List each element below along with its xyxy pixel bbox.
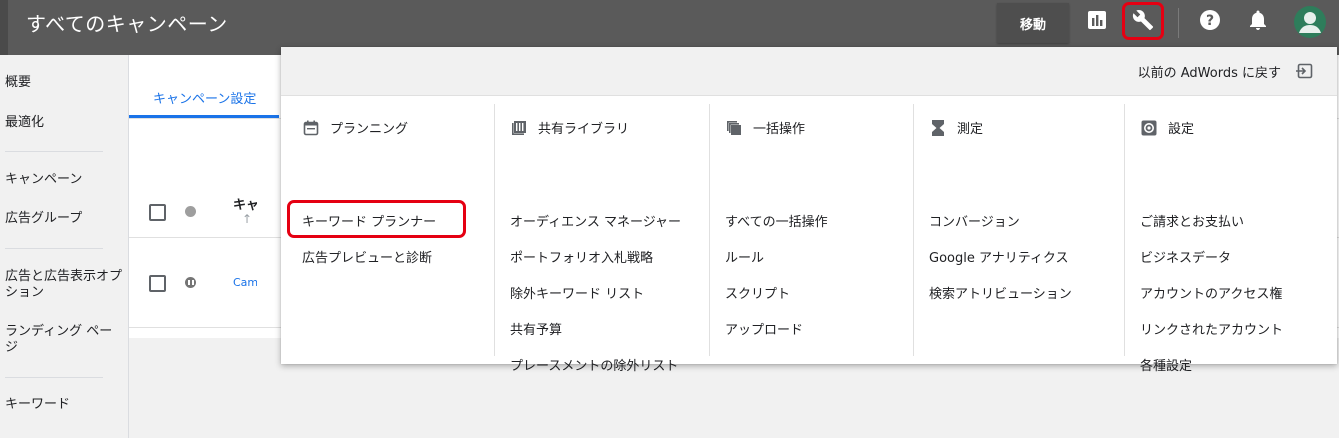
nav-divider xyxy=(5,377,103,378)
linked-accounts-link[interactable]: リンクされたアカウント xyxy=(1140,319,1283,338)
select-all-checkbox[interactable] xyxy=(149,204,166,221)
shared-library-title: 共有ライブラリ xyxy=(538,122,630,137)
nav-divider xyxy=(5,151,103,152)
header-left-strip xyxy=(0,0,8,55)
billing-payments-link[interactable]: ご請求とお支払い xyxy=(1140,211,1244,230)
portfolio-bid-strategies-link[interactable]: ポートフォリオ入札戦略 xyxy=(510,247,653,266)
search-attribution-link[interactable]: 検索アトリビューション xyxy=(929,283,1072,302)
settings-title: 設定 xyxy=(1168,122,1195,137)
hourglass-icon xyxy=(929,119,947,137)
rules-link[interactable]: ルール xyxy=(725,247,764,266)
bulk-actions-heading: 一括操作 xyxy=(725,118,805,137)
settings-gear-icon xyxy=(1140,119,1158,137)
nav-divider xyxy=(5,248,103,249)
shared-library-heading: 共有ライブラリ xyxy=(510,118,629,137)
nav-item-keywords[interactable]: キーワード xyxy=(5,397,123,413)
nav-item-optimization[interactable]: 最適化 xyxy=(5,115,123,131)
reports-icon[interactable] xyxy=(1084,7,1110,33)
conversions-link[interactable]: コンバージョン xyxy=(929,211,1020,230)
status-column-dot xyxy=(185,206,196,217)
ad-preview-diagnosis-link[interactable]: 広告プレビューと診断 xyxy=(302,247,432,266)
exit-to-app-icon[interactable] xyxy=(1295,61,1315,81)
menu-column-measurement: 測定 コンバージョン Google アナリティクス 検索アトリビューション xyxy=(914,96,1124,356)
panel-top-bar: 以前の AdWords に戻す xyxy=(281,47,1337,96)
keyword-planner-highlight-box xyxy=(287,200,466,238)
account-avatar-icon[interactable] xyxy=(1294,6,1326,38)
preferences-link[interactable]: 各種設定 xyxy=(1140,355,1192,374)
account-access-link[interactable]: アカウントのアクセス権 xyxy=(1140,283,1282,302)
google-analytics-link[interactable]: Google アナリティクス xyxy=(929,247,1069,266)
campaign-name-link[interactable]: Campaign xyxy=(233,276,257,289)
measurement-title: 測定 xyxy=(957,122,984,137)
column-header-campaign[interactable]: キャンペ xyxy=(233,194,257,213)
menu-column-planning: プランニング キーワード プランナー 広告プレビューと診断 xyxy=(281,96,494,356)
business-data-link[interactable]: ビジネスデータ xyxy=(1140,247,1231,266)
svg-text:?: ? xyxy=(1206,13,1214,29)
menu-column-bulk-actions: 一括操作 すべての一括操作 ルール スクリプト アップロード xyxy=(710,96,913,356)
help-icon[interactable]: ? xyxy=(1197,7,1223,33)
left-nav: 概要 最適化 キャンペーン 広告グループ 広告と広告表示オプション ランディング… xyxy=(0,55,129,438)
measurement-heading: 測定 xyxy=(929,118,983,137)
library-icon xyxy=(510,119,528,137)
paused-status-icon xyxy=(185,277,196,288)
placement-exclusion-lists-link[interactable]: プレースメントの除外リスト xyxy=(510,355,678,374)
header-divider xyxy=(1178,8,1179,38)
planning-title: プランニング xyxy=(330,122,409,137)
page-title: すべてのキャンペーン xyxy=(26,12,228,36)
audience-manager-link[interactable]: オーディエンス マネージャー xyxy=(510,211,681,230)
nav-item-ad-groups[interactable]: 広告グループ xyxy=(5,211,123,227)
bulk-actions-title: 一括操作 xyxy=(753,122,806,137)
all-bulk-actions-link[interactable]: すべての一括操作 xyxy=(725,211,828,230)
notifications-icon[interactable] xyxy=(1245,7,1271,33)
menu-column-settings: 設定 ご請求とお支払い ビジネスデータ アカウントのアクセス権 リンクされたアカ… xyxy=(1125,96,1337,374)
nav-item-landing-pages[interactable]: ランディング ページ xyxy=(5,324,123,356)
sort-arrow-icon[interactable]: ↑ xyxy=(242,212,252,226)
menu-column-shared-library: 共有ライブラリ オーディエンス マネージャー ポートフォリオ入札戦略 除外キーワ… xyxy=(495,96,709,374)
move-button[interactable]: 移動 xyxy=(997,3,1069,43)
tab-campaign-settings[interactable]: キャンペーン設定 xyxy=(153,88,256,107)
nav-item-campaigns[interactable]: キャンペーン xyxy=(5,172,123,188)
nav-item-overview[interactable]: 概要 xyxy=(5,75,123,91)
tools-menu-panel: 以前の AdWords に戻す プランニング キーワード プランナー 広告プレビ… xyxy=(281,47,1337,374)
settings-heading: 設定 xyxy=(1140,118,1194,137)
copy-stack-icon xyxy=(725,119,743,137)
uploads-link[interactable]: アップロード xyxy=(725,319,803,338)
shared-budgets-link[interactable]: 共有予算 xyxy=(510,319,562,338)
scripts-link[interactable]: スクリプト xyxy=(725,283,790,302)
previous-adwords-link[interactable]: 以前の AdWords に戻す xyxy=(1138,62,1281,81)
nav-item-ads-extensions[interactable]: 広告と広告表示オプション xyxy=(5,269,123,301)
negative-keyword-lists-link[interactable]: 除外キーワード リスト xyxy=(510,283,644,302)
tools-highlight-box xyxy=(1122,2,1164,40)
row-checkbox[interactable] xyxy=(149,275,166,292)
calendar-icon xyxy=(302,119,320,137)
planning-heading: プランニング xyxy=(302,118,408,137)
